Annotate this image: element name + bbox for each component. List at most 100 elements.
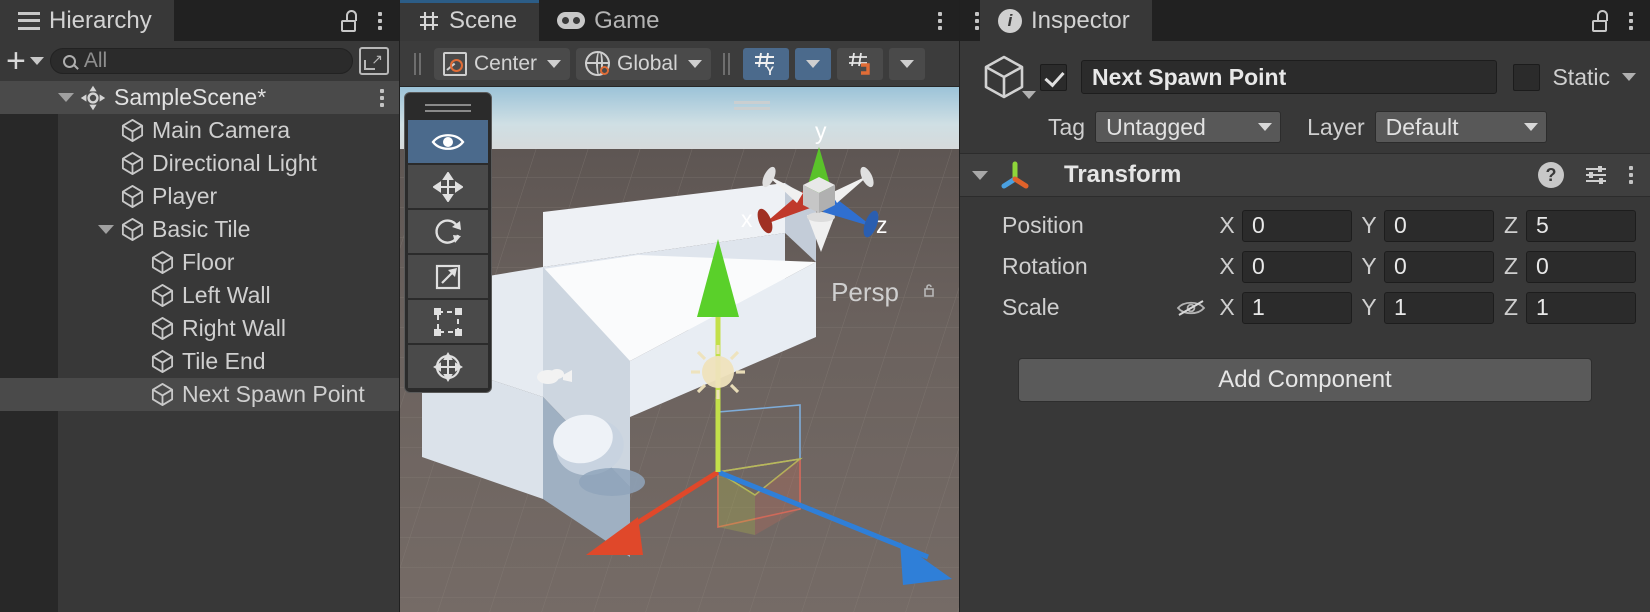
- transform-tool[interactable]: [408, 345, 488, 388]
- kebab-menu-icon[interactable]: [937, 11, 943, 30]
- inspector-panel: i Inspector Next Spawn Point Static Tag …: [960, 0, 1650, 612]
- transform-position-x-input[interactable]: 0: [1242, 209, 1352, 242]
- view-tool[interactable]: [408, 120, 488, 163]
- scene-toolbar: Center Global Y: [400, 41, 959, 87]
- hierarchy-toolbar: + All ↗: [0, 41, 399, 81]
- transform-scale-y-input[interactable]: 1: [1384, 291, 1494, 324]
- gameobject-enabled-checkbox[interactable]: [1040, 63, 1067, 91]
- gizmo-y-label: y: [815, 118, 827, 144]
- hierarchy-item-tile-end[interactable]: Tile End: [0, 345, 399, 378]
- search-input[interactable]: All: [49, 48, 353, 74]
- transform-scale-z-input[interactable]: 1: [1526, 291, 1636, 324]
- camera-lock-icon[interactable]: [923, 283, 935, 297]
- grid-snapping-toggle[interactable]: [836, 47, 883, 80]
- transform-position-y-input[interactable]: 0: [1384, 209, 1494, 242]
- hierarchy-item-main-camera[interactable]: Main Camera: [0, 114, 399, 147]
- gameobject-cube-icon: [120, 151, 145, 176]
- transform-rotation-x-input[interactable]: 0: [1242, 250, 1352, 283]
- hierarchy-item-right-wall[interactable]: Right Wall: [0, 312, 399, 345]
- gizmo-x-label: x: [741, 206, 753, 232]
- snap-settings-dropdown[interactable]: [888, 47, 925, 80]
- kebab-menu-icon[interactable]: [1628, 11, 1634, 30]
- tool-palette-grip[interactable]: [425, 102, 471, 114]
- orientation-gizmo[interactable]: y x z: [733, 117, 903, 267]
- kebab-menu-icon[interactable]: [1628, 166, 1634, 184]
- transform-position-z-input[interactable]: 5: [1526, 209, 1636, 242]
- chevron-down-icon[interactable]: [1622, 73, 1636, 81]
- grid-visibility-toggle[interactable]: Y: [742, 47, 789, 80]
- gameobject-name-input[interactable]: Next Spawn Point: [1081, 60, 1498, 94]
- tab-inspector[interactable]: i Inspector: [980, 0, 1152, 41]
- plus-icon: +: [6, 42, 26, 80]
- gameobject-cube-icon: [120, 217, 145, 242]
- pivot-mode-dropdown[interactable]: Center: [434, 47, 571, 80]
- add-component-button[interactable]: Add Component: [1018, 358, 1592, 402]
- layer-label: Layer: [1307, 113, 1365, 140]
- hierarchy-item-floor[interactable]: Floor: [0, 246, 399, 279]
- chevron-expanded-icon[interactable]: [972, 170, 988, 180]
- kebab-menu-icon[interactable]: [377, 11, 383, 30]
- tag-label: Tag: [1048, 113, 1086, 140]
- transform-fields: Position X 0 Y 0 Z 5 Rotation X 0 Y 0 Z 0 Scale X 1 Y 1 Z 1: [960, 197, 1650, 328]
- viewport-grip-handle[interactable]: [734, 107, 770, 110]
- axis-label-z: Z: [1503, 294, 1519, 320]
- gameobject-icon-button[interactable]: [968, 51, 1040, 103]
- preset-sliders-icon[interactable]: [1584, 164, 1608, 186]
- lock-open-icon[interactable]: [340, 9, 359, 32]
- handle-space-dropdown[interactable]: Global: [576, 47, 711, 80]
- gameobject-cube-icon: [150, 349, 175, 374]
- rotate-icon: [435, 218, 461, 244]
- hierarchy-item-left-wall[interactable]: Left Wall: [0, 279, 399, 312]
- inspector-left-menu: [960, 0, 980, 41]
- tab-game[interactable]: Game: [539, 0, 681, 41]
- chevron-expanded-icon[interactable]: [58, 93, 74, 102]
- kebab-menu-icon[interactable]: [379, 88, 385, 107]
- move-tool[interactable]: [408, 165, 488, 208]
- projection-mode-label[interactable]: Persp: [831, 277, 899, 308]
- chevron-expanded-icon[interactable]: [98, 225, 114, 234]
- hierarchy-item-label: Next Spawn Point: [182, 381, 365, 407]
- eye-icon: [431, 133, 465, 150]
- search-icon: [62, 54, 76, 68]
- gameobject-header: Next Spawn Point Static: [960, 41, 1650, 107]
- static-checkbox[interactable]: [1513, 63, 1541, 91]
- inspector-body: Next Spawn Point Static Tag Untagged Lay…: [960, 41, 1650, 612]
- chevron-down-icon: [687, 59, 702, 68]
- eye-off-icon[interactable]: [1170, 298, 1212, 318]
- transform-row-label: Scale: [1002, 294, 1060, 320]
- grid-settings-dropdown[interactable]: [794, 47, 831, 80]
- gameobject-cube-icon: [150, 250, 175, 275]
- hierarchy-scene-root[interactable]: SampleScene*: [0, 81, 399, 114]
- layer-value: Default: [1385, 113, 1459, 140]
- scene-viewport[interactable]: y x z Persp: [400, 87, 959, 612]
- chevron-down-icon: [1523, 123, 1538, 131]
- hierarchy-item-player[interactable]: Player: [0, 180, 399, 213]
- rotate-tool[interactable]: [408, 210, 488, 253]
- tab-hierarchy[interactable]: Hierarchy: [0, 0, 174, 41]
- hierarchy-item-directional-light[interactable]: Directional Light: [0, 147, 399, 180]
- popout-icon[interactable]: ↗: [359, 47, 389, 75]
- hierarchy-item-label: Left Wall: [182, 282, 271, 308]
- rect-tool[interactable]: [408, 300, 488, 343]
- static-label: Static: [1552, 63, 1610, 90]
- scale-icon: [435, 264, 461, 289]
- axis-label-y: Y: [1361, 294, 1377, 320]
- create-object-button[interactable]: +: [6, 42, 44, 80]
- component-actions: ?: [1538, 162, 1634, 188]
- hierarchy-tab-actions: [340, 0, 399, 41]
- tag-dropdown[interactable]: Untagged: [1095, 111, 1282, 143]
- scale-tool[interactable]: [408, 255, 488, 298]
- viewport-grip-handle[interactable]: [734, 101, 770, 104]
- tag-layer-row: Tag Untagged Layer Default: [960, 107, 1650, 153]
- transform-rotation-y-input[interactable]: 0: [1384, 250, 1494, 283]
- lock-open-icon[interactable]: [1591, 9, 1610, 32]
- scene-tool-palette: [404, 92, 492, 393]
- hierarchy-item-basic-tile[interactable]: Basic Tile: [0, 213, 399, 246]
- help-question-icon[interactable]: ?: [1538, 162, 1564, 188]
- tab-scene[interactable]: Scene: [400, 0, 540, 41]
- transform-component-header[interactable]: Transform ?: [960, 153, 1650, 197]
- hierarchy-item-next-spawn-point[interactable]: Next Spawn Point: [0, 378, 399, 411]
- transform-rotation-z-input[interactable]: 0: [1526, 250, 1636, 283]
- transform-scale-x-input[interactable]: 1: [1242, 291, 1352, 324]
- layer-dropdown[interactable]: Default: [1374, 111, 1547, 143]
